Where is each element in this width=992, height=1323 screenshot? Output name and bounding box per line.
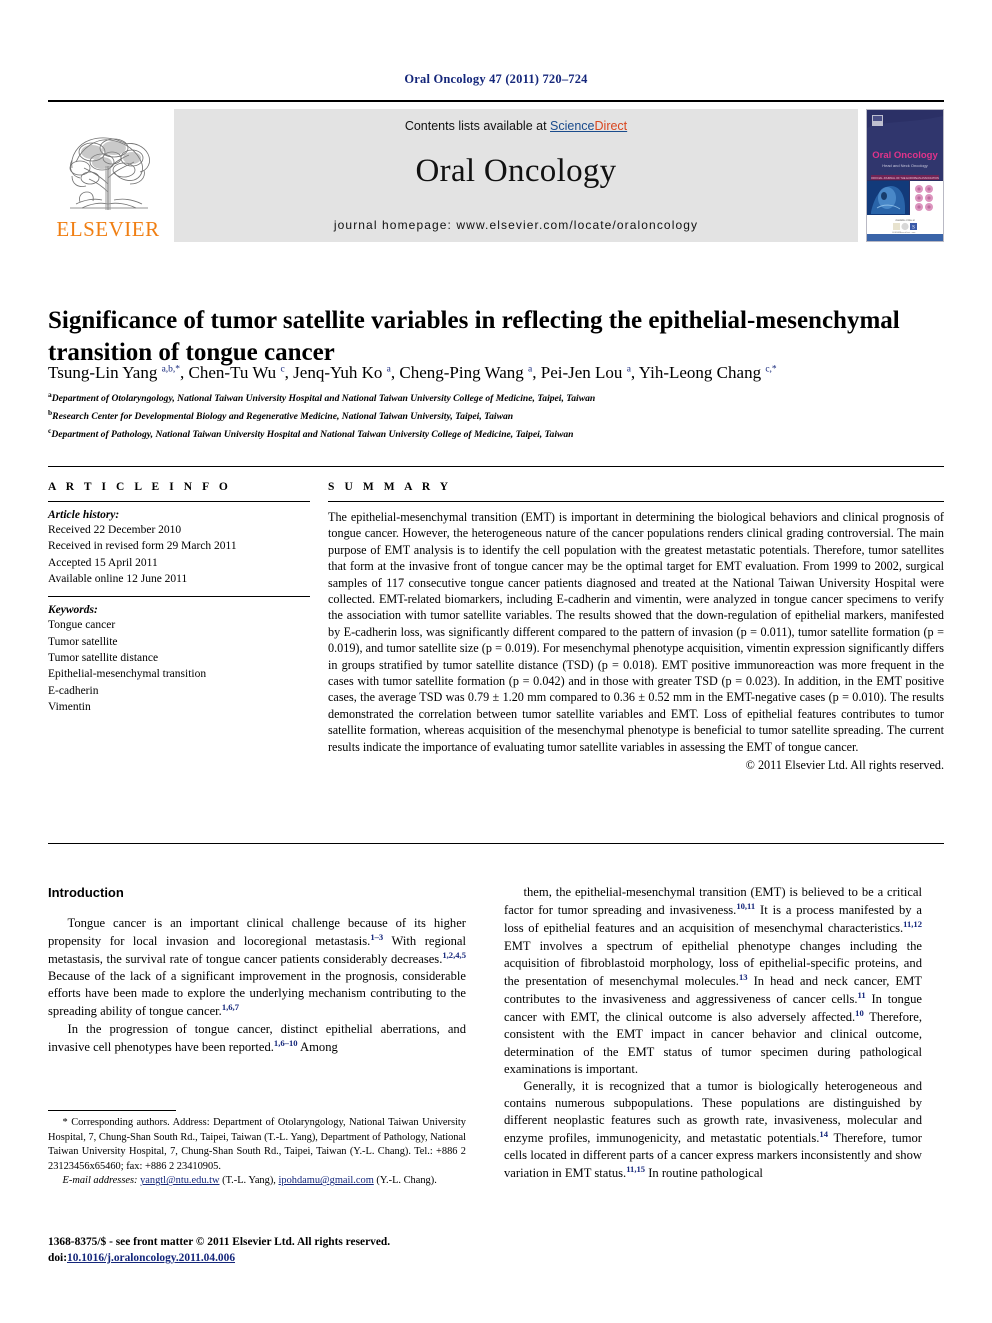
- journal-cover-thumbnail: Oral Oncology Head and Neck Oncology OFF…: [866, 109, 944, 242]
- journal-article-page: Oral Oncology 47 (2011) 720–724 ELSEVIER…: [0, 0, 992, 1323]
- svg-text:Available online at: Available online at: [895, 219, 915, 222]
- affiliation-list: aDepartment of Otolaryngology, National …: [48, 389, 938, 443]
- keyword-item: Epithelial-mesenchymal transition: [48, 668, 207, 681]
- introduction-heading: Introduction: [48, 885, 124, 900]
- affiliation-text: Department of Otolaryngology, National T…: [51, 393, 596, 405]
- email-owner-yang: (T.-L. Yang),: [222, 1175, 276, 1187]
- body-paragraph: In the progression of tongue cancer, dis…: [48, 1021, 466, 1054]
- article-history-item: Received 22 December 2010: [48, 524, 182, 536]
- svg-text:S: S: [912, 226, 915, 231]
- sciencedirect-link[interactable]: ScienceDirect: [550, 119, 627, 133]
- body-column-left: Introduction Tongue cancer is an importa…: [48, 884, 466, 1056]
- summary-rule: [328, 501, 944, 502]
- body-column-right: them, the epithelial-mesenchymal transit…: [504, 884, 922, 1182]
- running-head: Oral Oncology 47 (2011) 720–724: [404, 72, 588, 86]
- journal-masthead: ELSEVIER Contents lists available at Sci…: [48, 100, 944, 242]
- abstract-text: The epithelial-mesenchymal transition (E…: [328, 510, 944, 754]
- keywords-rule: [48, 596, 310, 598]
- article-title: Significance of tumor satellite variable…: [48, 306, 900, 366]
- imprint-block: 1368-8375/$ - see front matter © 2011 El…: [48, 1234, 478, 1266]
- affiliation-text: Department of Pathology, National Taiwan…: [51, 429, 574, 441]
- elsevier-logo: ELSEVIER: [48, 109, 168, 242]
- keyword-item: Tumor satellite distance: [48, 651, 159, 664]
- affiliation-item: bResearch Center for Developmental Biolo…: [48, 407, 938, 425]
- sciencedirect-science-text: Science: [550, 119, 595, 133]
- email-owner-chang: (Y.-L. Chang).: [376, 1175, 437, 1187]
- keyword-item: Tongue cancer: [48, 619, 116, 632]
- affiliation-text: Research Center for Developmental Biolog…: [52, 411, 514, 423]
- svg-text:ScienceDirect: ScienceDirect: [900, 231, 911, 234]
- doi-link[interactable]: 10.1016/j.oraloncology.2011.04.006: [67, 1252, 235, 1264]
- body-paragraph: them, the epithelial-mesenchymal transit…: [504, 885, 922, 1076]
- elsevier-wordmark: ELSEVIER: [56, 217, 160, 241]
- info-top-rule: [48, 466, 944, 467]
- journal-homepage[interactable]: journal homepage: www.elsevier.com/locat…: [174, 218, 858, 232]
- journal-banner: Contents lists available at ScienceDirec…: [174, 109, 858, 242]
- summary-column: S U M M A R Y The epithelial-mesenchymal…: [328, 481, 944, 773]
- article-history-item: Accepted 15 April 2011: [48, 556, 158, 569]
- article-history-item: Received in revised form 29 March 2011: [48, 540, 237, 553]
- author-list: Tsung-Lin Yang a,b,*, Chen-Tu Wu c, Jenq…: [48, 363, 777, 382]
- affiliation-item: cDepartment of Pathology, National Taiwa…: [48, 425, 938, 443]
- journal-title: Oral Oncology: [415, 153, 617, 189]
- contents-prefix: Contents lists available at: [404, 119, 551, 133]
- affiliation-item: aDepartment of Otolaryngology, National …: [48, 389, 938, 407]
- keyword-item: Tumor satellite: [48, 635, 118, 648]
- email-link-yang[interactable]: yangtl@ntu.edu.tw: [140, 1175, 219, 1186]
- footnote-rule: [48, 1110, 176, 1111]
- keyword-item: Vimentin: [48, 700, 91, 713]
- contents-available-line: Contents lists available at ScienceDirec…: [174, 119, 858, 133]
- email-link-chang[interactable]: ipohdamu@gmail.com: [279, 1175, 374, 1186]
- article-info-column: A R T I C L E I N F O Article history: R…: [48, 481, 310, 715]
- article-history-label: Article history:: [48, 509, 120, 521]
- svg-text:OFFICIAL JOURNAL OF THE EUROPE: OFFICIAL JOURNAL OF THE EUROPEAN ASSOCIA…: [871, 176, 939, 180]
- email-label: E-mail addresses:: [62, 1175, 138, 1187]
- body-paragraph: Tongue cancer is an important clinical c…: [48, 915, 467, 1019]
- article-info-rule: [48, 501, 310, 502]
- keywords-label: Keywords:: [48, 604, 98, 617]
- keyword-item: E-cadherin: [48, 684, 99, 697]
- sciencedirect-direct-text: Direct: [594, 119, 628, 133]
- article-info-heading: A R T I C L E I N F O: [48, 481, 232, 493]
- corresponding-author-note: * Corresponding authors. Address: Depart…: [48, 1117, 466, 1172]
- doi-label: doi:: [48, 1252, 67, 1265]
- doi-line: doi:10.1016/j.oraloncology.2011.04.006: [48, 1250, 478, 1266]
- copyright-line: © 2011 Elsevier Ltd. All rights reserved…: [745, 758, 944, 773]
- svg-text:Head and Neck Oncology: Head and Neck Oncology: [882, 163, 928, 168]
- svg-text:Oral Oncology: Oral Oncology: [872, 150, 938, 161]
- elsevier-tree-icon: [56, 122, 160, 218]
- footnote-block: * Corresponding authors. Address: Depart…: [48, 1116, 466, 1189]
- info-bottom-rule: [48, 843, 944, 844]
- article-history-item: Available online 12 June 2011: [48, 572, 188, 585]
- email-note: E-mail addresses: yangtl@ntu.edu.tw (T.-…: [48, 1174, 466, 1189]
- body-paragraph: Generally, it is recognized that a tumor…: [504, 1078, 922, 1181]
- summary-heading: S U M M A R Y: [328, 481, 452, 493]
- issn-line: 1368-8375/$ - see front matter © 2011 El…: [48, 1236, 391, 1248]
